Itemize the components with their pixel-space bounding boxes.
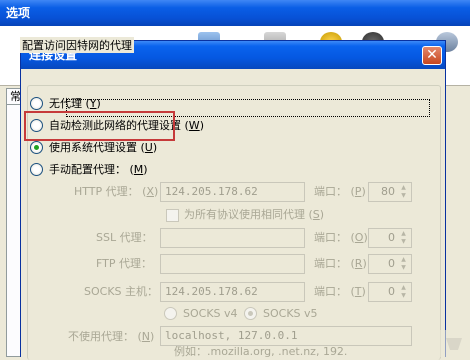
- ssl-port-stepper[interactable]: 0 ▲ ▼: [368, 228, 412, 248]
- radio-manual-proxy[interactable]: [30, 162, 43, 176]
- socks-port-stepper[interactable]: 0 ▲ ▼: [368, 282, 412, 302]
- no-proxy-example: 例如：.mozilla.org, .net.nz, 192.: [174, 346, 348, 357]
- http-proxy-input[interactable]: 124.205.178.62: [160, 182, 305, 202]
- http-port-stepper[interactable]: 80 ▲ ▼: [368, 182, 412, 202]
- same-proxy-checkbox[interactable]: [166, 209, 179, 222]
- watermark-logo-icon: [438, 330, 470, 357]
- radio-socks-v4[interactable]: [164, 306, 177, 320]
- http-port-label: 端口： (P): [314, 185, 366, 198]
- no-proxy-label: 不使用代理： (N): [68, 330, 155, 343]
- options-window-title: 选项: [0, 0, 470, 26]
- ssl-port-arrows[interactable]: ▲ ▼: [397, 230, 410, 246]
- http-port-arrows[interactable]: ▲ ▼: [397, 184, 410, 200]
- socks-port-arrows[interactable]: ▲ ▼: [397, 284, 410, 300]
- ftp-proxy-input[interactable]: [160, 254, 305, 274]
- option-system-proxy[interactable]: 使用系统代理设置 (U): [30, 140, 157, 156]
- same-proxy-label: 为所有协议使用相同代理 (S): [184, 208, 325, 221]
- radio-socks-v5[interactable]: [244, 306, 257, 320]
- socks-host-input[interactable]: 124.205.178.62: [160, 282, 305, 302]
- socks-port-label: 端口： (T): [314, 285, 366, 298]
- http-proxy-label: HTTP 代理： (X): [74, 185, 159, 198]
- ftp-proxy-label: FTP 代理：: [96, 257, 152, 270]
- radio-system-proxy[interactable]: [30, 140, 43, 154]
- highlight-box: [24, 111, 175, 141]
- ssl-proxy-input[interactable]: [160, 228, 305, 248]
- socks-host-label: SOCKS 主机：: [84, 285, 159, 298]
- option-socks-v4[interactable]: SOCKS v4: [164, 306, 238, 322]
- ftp-port-stepper[interactable]: 0 ▲ ▼: [368, 254, 412, 274]
- ftp-port-label: 端口： (R): [314, 257, 367, 270]
- ssl-port-label: 端口： (O): [314, 231, 368, 244]
- option-manual-proxy[interactable]: 手动配置代理： (M): [30, 162, 148, 178]
- radio-no-proxy[interactable]: [30, 96, 43, 110]
- option-socks-v5[interactable]: SOCKS v5: [244, 306, 318, 322]
- close-button[interactable]: ✕: [422, 46, 442, 65]
- no-proxy-input[interactable]: localhost, 127.0.0.1: [160, 326, 412, 346]
- ftp-port-arrows[interactable]: ▲ ▼: [397, 256, 410, 272]
- ssl-proxy-label: SSL 代理：: [96, 231, 153, 244]
- group-title: 配置访问因特网的代理: [20, 37, 134, 53]
